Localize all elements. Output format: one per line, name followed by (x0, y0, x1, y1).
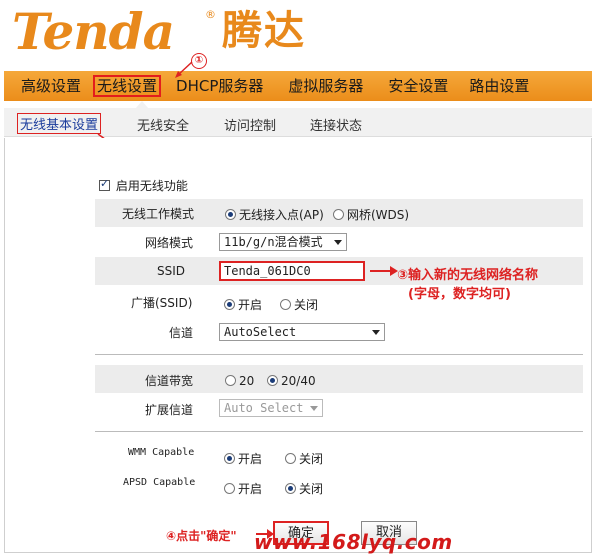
enable-wireless-checkbox[interactable] (99, 177, 110, 191)
channel-value: AutoSelect (224, 325, 297, 339)
step3-annotation: ③输入新的无线网络名称 (397, 268, 539, 283)
ext-channel-value: Auto Select (224, 401, 304, 415)
nav-security-settings[interactable]: 安全设置 (372, 71, 457, 101)
work-mode-wds-option[interactable]: 网桥(WDS) (333, 206, 409, 223)
broadcast-label: 广播(SSID) (131, 296, 193, 310)
section-divider-2 (95, 431, 583, 432)
wmm-off-label: 关闭 (299, 452, 324, 466)
wmm-off-radio[interactable] (285, 453, 296, 464)
registered-mark: ® (205, 8, 216, 21)
broadcast-off-label: 关闭 (294, 298, 319, 312)
apsd-off-option[interactable]: 关闭 (285, 480, 323, 497)
channel-select[interactable]: AutoSelect (219, 323, 385, 341)
bandwidth-label: 信道带宽 (145, 374, 194, 388)
wmm-on-option[interactable]: 开启 (224, 450, 262, 467)
subnav-connection-status[interactable]: 连接状态 (310, 115, 362, 134)
ext-channel-select: Auto Select (219, 399, 323, 417)
sub-nav: 无线基本设置 无线安全 访问控制 连接状态 (4, 108, 592, 137)
work-mode-ap-label: 无线接入点(AP) (239, 208, 324, 222)
nav-virtual-server[interactable]: 虚拟服务器 (272, 71, 372, 101)
ext-channel-label: 扩展信道 (145, 403, 194, 417)
work-mode-wds-label: 网桥(WDS) (347, 208, 410, 222)
step3-arrow (370, 266, 398, 276)
chevron-down-icon (334, 240, 342, 245)
subnav-access-control[interactable]: 访问控制 (224, 115, 276, 134)
ssid-input[interactable]: Tenda_061DC0 (219, 261, 365, 281)
broadcast-row: 广播(SSID) 开启 关闭 (95, 288, 583, 316)
apsd-on-radio[interactable] (224, 483, 235, 494)
apsd-label: APSD Capable (123, 477, 196, 488)
network-mode-value: 11b/g/n混合模式 (224, 235, 323, 249)
bandwidth-20-option[interactable]: 20 (225, 373, 254, 388)
subnav-wireless-basic[interactable]: 无线基本设置 (17, 113, 102, 134)
site-watermark: www.168lyq.com (254, 530, 453, 554)
work-mode-row: 无线工作模式 无线接入点(AP) 网桥(WDS) (95, 199, 583, 227)
tenda-logo: Tenda (12, 2, 175, 61)
chevron-down-icon (372, 330, 380, 335)
work-mode-ap-option[interactable]: 无线接入点(AP) (225, 206, 324, 223)
apsd-off-radio[interactable] (285, 483, 296, 494)
chevron-down-icon (310, 406, 318, 411)
work-mode-ap-radio[interactable] (225, 209, 236, 220)
bandwidth-2040-label: 20/40 (281, 373, 316, 388)
network-mode-select[interactable]: 11b/g/n混合模式 (219, 233, 347, 251)
channel-label: 信道 (169, 326, 194, 340)
ssid-label: SSID (157, 264, 186, 278)
section-divider (95, 354, 583, 355)
apsd-off-label: 关闭 (299, 482, 324, 496)
subnav-wireless-basic-label: 无线基本设置 (20, 118, 99, 133)
wmm-on-radio[interactable] (224, 453, 235, 464)
step4-annotation: ④点击"确定" (166, 529, 237, 543)
enable-wireless-row: 启用无线功能 (99, 177, 188, 194)
apsd-row: APSD Capable 开启 关闭 (95, 473, 583, 501)
bandwidth-2040-radio[interactable] (267, 375, 278, 386)
nav-wireless-settings-label: 无线设置 (93, 75, 162, 97)
ext-channel-row: 扩展信道 Auto Select (95, 395, 583, 423)
wmm-on-label: 开启 (238, 452, 263, 466)
network-mode-label: 网络模式 (145, 236, 194, 250)
main-nav: 高级设置 无线设置 DHCP服务器 虚拟服务器 安全设置 路由设置 (4, 71, 592, 101)
broadcast-off-radio[interactable] (280, 299, 291, 310)
broadcast-on-option[interactable]: 开启 (224, 296, 262, 313)
bandwidth-20-radio[interactable] (225, 375, 236, 386)
bandwidth-row: 信道带宽 20 20/40 (95, 365, 583, 393)
broadcast-on-label: 开启 (238, 298, 263, 312)
broadcast-off-option[interactable]: 关闭 (280, 296, 318, 313)
enable-wireless-label: 启用无线功能 (115, 179, 188, 193)
broadcast-on-radio[interactable] (224, 299, 235, 310)
nav-routing-settings[interactable]: 路由设置 (457, 71, 538, 101)
wmm-off-option[interactable]: 关闭 (285, 450, 323, 467)
bandwidth-20-label: 20 (239, 373, 255, 388)
bandwidth-2040-option[interactable]: 20/40 (267, 373, 316, 388)
work-mode-label: 无线工作模式 (122, 207, 195, 221)
tenda-logo-chinese: 腾达 (222, 8, 306, 54)
subnav-wireless-security[interactable]: 无线安全 (137, 115, 189, 134)
apsd-on-option[interactable]: 开启 (224, 480, 262, 497)
network-mode-row: 网络模式 11b/g/n混合模式 (95, 228, 583, 256)
wmm-row: WMM Capable 开启 关闭 (95, 443, 583, 471)
step1-arrow (175, 61, 193, 78)
work-mode-wds-radio[interactable] (333, 209, 344, 220)
nav-advanced-settings[interactable]: 高级设置 (4, 71, 90, 101)
channel-row: 信道 AutoSelect (95, 318, 583, 346)
apsd-on-label: 开启 (238, 482, 263, 496)
nav-wireless-settings[interactable]: 无线设置 (90, 71, 164, 101)
wmm-label: WMM Capable (128, 447, 195, 458)
